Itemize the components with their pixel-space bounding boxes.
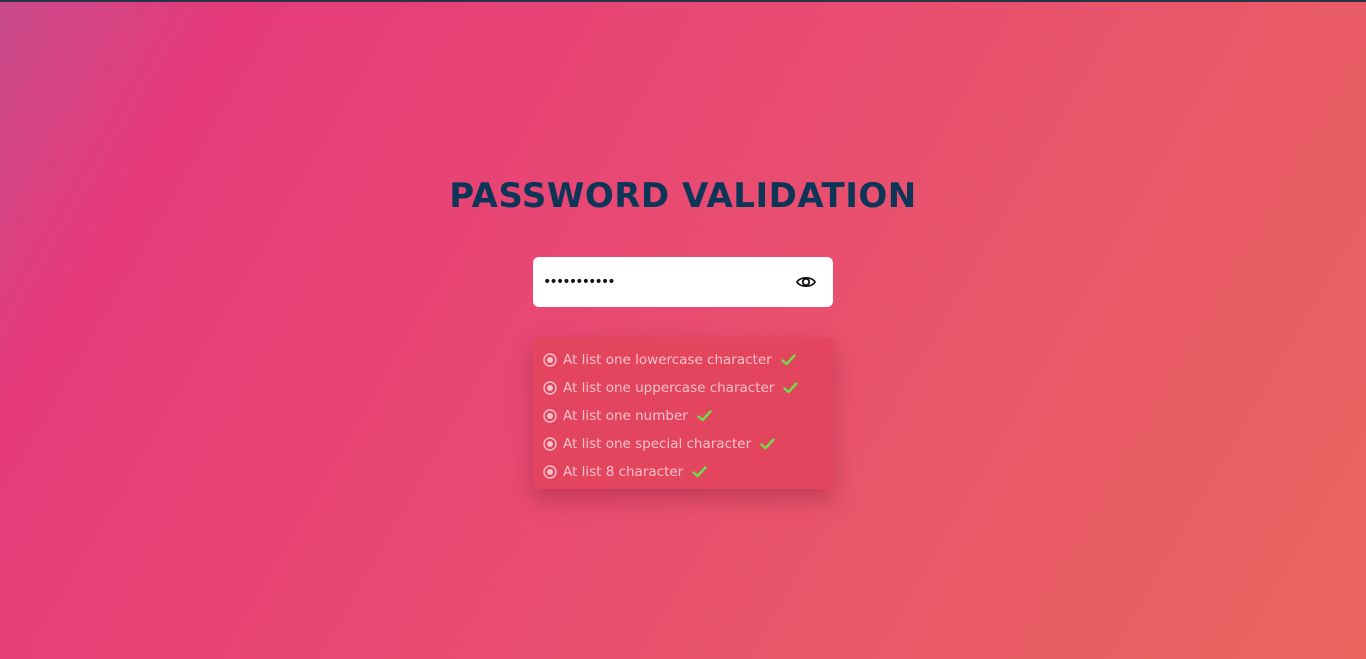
requirement-label: At list one number <box>563 408 688 424</box>
requirements-panel: At list one lowercase character At list … <box>533 337 833 489</box>
radio-dot-icon <box>543 437 557 451</box>
requirement-item: At list one special character <box>533 430 833 458</box>
radio-dot-icon <box>543 381 557 395</box>
checkmark-icon <box>783 382 799 394</box>
checkmark-icon <box>760 438 775 450</box>
requirement-item: At list 8 character <box>533 458 833 486</box>
requirement-label: At list one uppercase character <box>563 380 775 396</box>
requirement-item: At list one uppercase character <box>533 374 833 402</box>
page-title: PASSWORD VALIDATION <box>449 176 917 216</box>
password-field-container <box>533 257 833 307</box>
checkmark-icon <box>781 354 796 366</box>
radio-dot-icon <box>543 465 557 479</box>
checkmark-icon <box>692 466 707 478</box>
radio-dot-icon <box>543 409 557 423</box>
radio-dot-icon <box>543 353 557 367</box>
top-border <box>0 0 1366 2</box>
requirement-item: At list one lowercase character <box>533 346 833 374</box>
password-input[interactable] <box>543 257 783 307</box>
requirement-label: At list one special character <box>563 436 752 452</box>
requirement-label: At list one lowercase character <box>563 352 772 368</box>
requirement-label: At list 8 character <box>563 464 684 480</box>
requirement-item: At list one number <box>533 402 833 430</box>
checkmark-icon <box>697 410 712 422</box>
eye-icon[interactable] <box>795 272 817 292</box>
